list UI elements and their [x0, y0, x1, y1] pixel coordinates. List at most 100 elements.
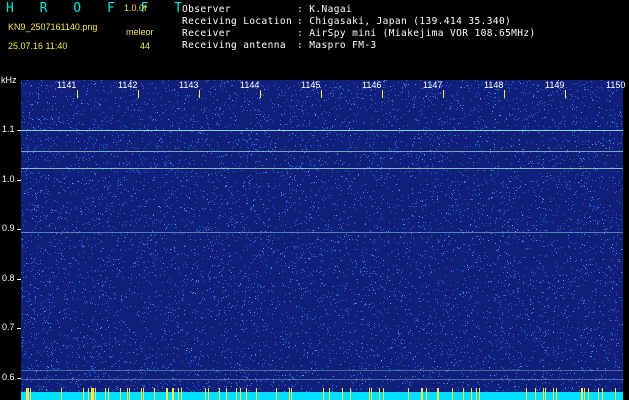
time-tick-mark [443, 90, 444, 98]
antenna-label: Receiving antenna [182, 40, 287, 51]
y-tick-mark [17, 328, 21, 329]
bottom-marker [91, 388, 92, 400]
bottom-marker [289, 388, 290, 400]
bottom-marker [408, 388, 409, 400]
bottom-marker [602, 388, 603, 400]
x-tick-1149: 1149 [545, 80, 565, 90]
time-tick-mark [138, 90, 139, 98]
bottom-marker [369, 388, 370, 400]
noise-layer [21, 80, 623, 400]
bottom-marker [83, 388, 84, 400]
antenna-value: : Maspro FM-3 [297, 40, 377, 51]
y-tick-0-6: 0.6 [2, 371, 15, 382]
bottom-marker [92, 388, 93, 400]
x-tick-1147: 1147 [423, 80, 443, 90]
bottom-marker [61, 388, 62, 400]
bottom-marker [452, 388, 453, 400]
bottom-marker [205, 388, 206, 400]
bottom-marker [379, 388, 380, 400]
time-tick-mark [565, 90, 566, 98]
bottom-marker [143, 388, 144, 400]
y-tick-mark [17, 278, 21, 280]
bottom-marker [167, 388, 168, 400]
bottom-marker [28, 388, 29, 400]
bottom-marker [129, 388, 130, 400]
bottom-marker [371, 388, 372, 400]
y-tick-mark [17, 229, 21, 230]
bottom-marker [588, 388, 589, 400]
bottom-marker [476, 388, 477, 400]
bottom-marker [88, 388, 89, 400]
y-tick-mark [17, 130, 21, 131]
bottom-marker [342, 388, 343, 400]
bottom-marker [437, 388, 438, 400]
bottom-marker [26, 388, 27, 400]
carrier-line-1 [21, 151, 623, 152]
bottom-marker [582, 388, 583, 400]
bottom-marker [236, 388, 237, 400]
observer-value: : K.Nagai [297, 4, 353, 15]
bottom-marker [141, 388, 142, 400]
bottom-marker [543, 388, 544, 400]
y-axis-unit: kHz [1, 75, 17, 85]
x-tick-1144: 1144 [240, 80, 260, 90]
y-tick-1-1: 1.1 [2, 124, 15, 134]
bottom-marker [95, 388, 96, 400]
bottom-marker [219, 388, 220, 400]
bottom-marker [173, 388, 174, 400]
bottom-marker [127, 388, 128, 400]
bottom-marker [581, 388, 582, 400]
bottom-marker [553, 388, 554, 400]
receiver-label: Receiver [182, 28, 231, 39]
observer-label: Observer [182, 4, 231, 15]
x-tick-1146: 1146 [362, 80, 382, 90]
time-tick-mark [77, 90, 78, 98]
y-tick-mark [17, 377, 21, 379]
bottom-marker [256, 388, 257, 400]
bottom-marker [422, 388, 423, 400]
location-label: Receiving Location [182, 16, 293, 27]
count-label: 44 [140, 41, 151, 51]
bottom-marker [438, 388, 439, 400]
bottom-marker [178, 388, 179, 400]
mode-label: meleor [126, 27, 154, 37]
bottom-marker [166, 388, 167, 400]
spectrogram-plot[interactable] [21, 80, 623, 400]
x-tick-1142: 1142 [118, 80, 138, 90]
carrier-line-0 [21, 130, 623, 131]
y-tick-mark [17, 179, 21, 181]
time-tick-mark [260, 90, 261, 98]
bottom-marker [545, 388, 546, 400]
carrier-line-4 [21, 370, 623, 371]
bottom-marker [421, 388, 422, 400]
spectrogram-canvas [21, 80, 623, 400]
carrier-line-3 [21, 232, 623, 233]
time-tick-mark [504, 90, 505, 98]
carrier-line-2 [21, 168, 623, 169]
bottom-marker [584, 388, 585, 400]
bottom-marker [120, 388, 121, 400]
time-tick-mark [321, 90, 322, 98]
carrier-line-5 [21, 379, 623, 380]
bottom-marker [615, 388, 616, 400]
noise-dim [21, 80, 623, 400]
bottom-marker [181, 388, 182, 400]
y-tick-1-0: 1.0 [2, 173, 15, 184]
y-tick-0-9: 0.9 [2, 223, 15, 233]
app-title: H R O F F T [6, 1, 192, 16]
bottom-marker [535, 388, 536, 400]
x-tick-1148: 1148 [484, 80, 504, 90]
bottom-marker [426, 388, 427, 400]
bottom-marker [208, 388, 209, 400]
bottom-marker [383, 388, 384, 400]
bottom-marker [276, 388, 277, 400]
bottom-marker [479, 388, 480, 400]
time-tick-mark [382, 90, 383, 98]
y-tick-0-8: 0.8 [2, 272, 15, 283]
bottom-marker [240, 388, 241, 400]
bottom-marker [556, 388, 557, 400]
bottom-marker [526, 388, 527, 400]
location-value: : Chigasaki, Japan (139.414 35.340) [297, 16, 512, 27]
bottom-marker [329, 388, 330, 400]
bottom-marker [350, 388, 351, 400]
